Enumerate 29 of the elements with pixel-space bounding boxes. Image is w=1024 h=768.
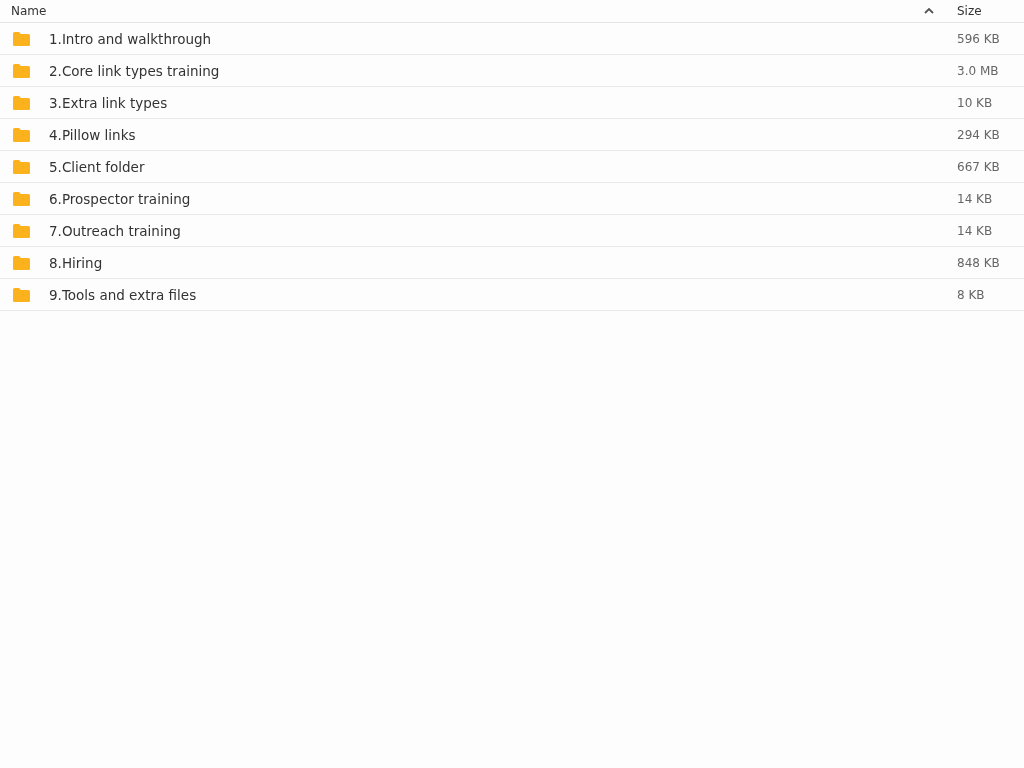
file-size: 294 KB: [957, 127, 1000, 142]
folder-name[interactable]: 5.Client folder: [49, 158, 145, 175]
folder-name[interactable]: 9.Tools and extra files: [49, 286, 197, 303]
file-size: 10 KB: [957, 95, 993, 110]
folder-icon: [12, 222, 31, 239]
folder-name[interactable]: 2.Core link types training: [49, 62, 220, 79]
file-size: 14 KB: [957, 191, 993, 206]
folder-name[interactable]: 7.Outreach training: [49, 222, 181, 239]
folder-icon: [12, 286, 31, 303]
folder-name[interactable]: 1.Intro and walkthrough: [49, 30, 212, 47]
folder-icon: [12, 254, 31, 271]
file-size: 848 KB: [957, 255, 1000, 270]
file-size: 3.0 MB: [957, 63, 999, 78]
folder-name[interactable]: 3.Extra link types: [49, 94, 168, 111]
file-size: 596 KB: [957, 31, 1000, 46]
column-header[interactable]: Size: [957, 4, 982, 18]
file-size: 667 KB: [957, 159, 1000, 174]
folder-icon: [12, 94, 31, 111]
folder-name[interactable]: 6.Prospector training: [49, 190, 191, 207]
column-header[interactable]: Name: [11, 4, 47, 18]
folder-icon: [12, 126, 31, 143]
file-size: 14 KB: [957, 223, 993, 238]
file-size: 8 KB: [957, 287, 985, 302]
folder-name[interactable]: 8.Hiring: [49, 254, 103, 271]
folder-icon: [12, 190, 31, 207]
folder-icon: [12, 30, 31, 47]
folder-icon: [12, 62, 31, 79]
folder-name[interactable]: 4.Pillow links: [49, 126, 136, 143]
folder-icon: [12, 158, 31, 175]
